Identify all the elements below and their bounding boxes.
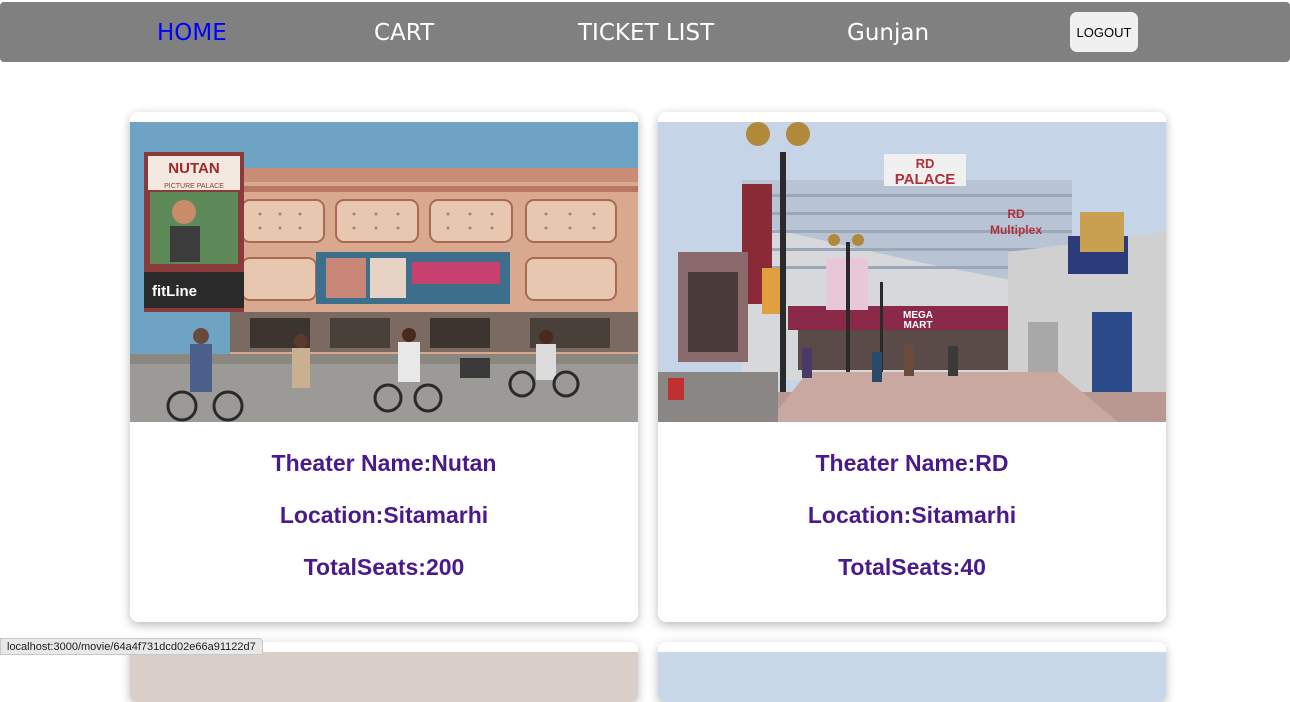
theater-name: Theater Name:RD <box>815 450 1009 476</box>
theater-image-partial-left <box>130 652 638 702</box>
rd-side-sign-text-2: Multiplex <box>990 223 1042 237</box>
mega-mart-text-2: MART <box>904 320 933 331</box>
theater-name: Theater Name:Nutan <box>271 450 497 476</box>
theater-total-seats: TotalSeats:40 <box>838 554 986 580</box>
theater-total-seats: TotalSeats:200 <box>303 554 465 580</box>
browser-status-url: localhost:3000/movie/64a4f731dcd02e66a91… <box>0 638 263 655</box>
theater-image-nutan: NUTAN PICTURE PALACE fitLine <box>130 122 638 422</box>
logout-button[interactable]: LOGOUT <box>1070 12 1138 52</box>
rd-sign-text: RD <box>916 156 935 171</box>
theater-image-partial-right <box>658 652 1166 702</box>
theater-card-rd[interactable]: RD PALACE RD Multiplex MEGA MART Theater… <box>658 112 1166 622</box>
navbar: HOME CART TICKET LIST Gunjan LOGOUT <box>0 2 1290 62</box>
rd-sign-text-2: PALACE <box>895 171 956 188</box>
theater-location: Location:Sitamarhi <box>279 502 489 528</box>
nutan-sign-text: NUTAN <box>168 160 219 177</box>
nav-user-name[interactable]: Gunjan <box>847 2 929 62</box>
nav-cart-link[interactable]: CART <box>374 2 434 62</box>
theater-location: Location:Sitamarhi <box>807 502 1017 528</box>
nav-home-link[interactable]: HOME <box>157 2 227 62</box>
nutan-subsign-text: PICTURE PALACE <box>164 183 224 190</box>
nav-ticket-list-link[interactable]: TICKET LIST <box>578 2 714 62</box>
nutan-ad-text: fitLine <box>152 283 197 300</box>
theater-card-partial-right[interactable] <box>658 642 1166 702</box>
theater-card-nutan[interactable]: NUTAN PICTURE PALACE fitLine Theater Nam… <box>130 112 638 622</box>
rd-side-sign-text: RD <box>1007 207 1025 221</box>
theater-image-rd: RD PALACE RD Multiplex MEGA MART <box>658 122 1166 422</box>
